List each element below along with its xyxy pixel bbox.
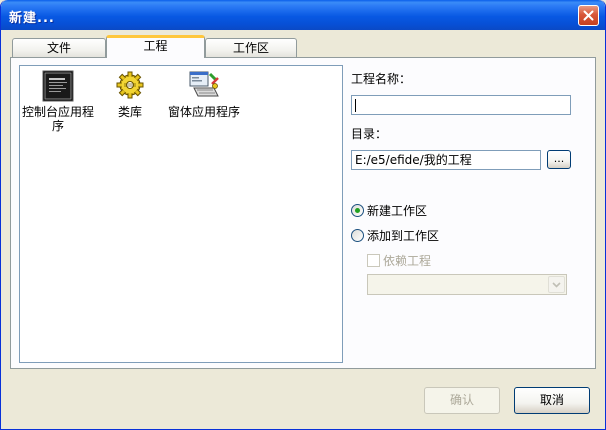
cancel-button-label: 取消 bbox=[539, 393, 564, 407]
list-item-label: 类库 bbox=[117, 105, 142, 119]
window-title: 新建... bbox=[9, 11, 55, 26]
dialog-client: 文件 工程 工作区 控制台应用程序 类库 窗体应用程序 工程名称： 目录： E:… bbox=[4, 30, 602, 426]
radio-add-to-workspace[interactable]: 添加到工作区 bbox=[351, 227, 439, 244]
radio-label: 添加到工作区 bbox=[367, 229, 440, 243]
ok-button-label: 确认 bbox=[449, 393, 474, 407]
list-item-class-library[interactable]: 类库 bbox=[94, 70, 166, 119]
directory-value: E:/e5/efide/我的工程 bbox=[355, 153, 472, 167]
list-item-console-app[interactable]: 控制台应用程序 bbox=[22, 70, 94, 133]
browse-directory-button[interactable]: ... bbox=[547, 150, 571, 169]
text-caret bbox=[355, 99, 356, 112]
tab-panel: 控制台应用程序 类库 窗体应用程序 工程名称： 目录： E:/e5/efide/… bbox=[10, 57, 596, 369]
browse-label: ... bbox=[553, 152, 565, 165]
chevron-down-icon bbox=[552, 281, 561, 288]
tab-project[interactable]: 工程 bbox=[106, 35, 205, 58]
directory-label: 目录： bbox=[351, 127, 388, 141]
project-type-list[interactable]: 控制台应用程序 类库 窗体应用程序 bbox=[19, 65, 343, 363]
tab-workspace[interactable]: 工作区 bbox=[205, 38, 297, 57]
tab-label: 工作区 bbox=[232, 41, 269, 55]
tab-file[interactable]: 文件 bbox=[12, 38, 106, 57]
directory-input[interactable]: E:/e5/efide/我的工程 bbox=[351, 150, 541, 170]
close-button[interactable] bbox=[578, 5, 599, 26]
checkbox-box[interactable] bbox=[367, 254, 380, 267]
title-bar[interactable]: 新建... bbox=[1, 0, 605, 30]
project-name-input[interactable] bbox=[351, 95, 571, 115]
cancel-button[interactable]: 取消 bbox=[514, 387, 590, 414]
console-app-icon bbox=[42, 70, 74, 102]
windows-app-icon bbox=[188, 70, 220, 102]
radio-label: 新建工作区 bbox=[367, 204, 428, 218]
list-item-windows-app[interactable]: 窗体应用程序 bbox=[168, 70, 240, 119]
checkbox-label: 依赖工程 bbox=[383, 254, 432, 268]
list-item-label: 控制台应用程序 bbox=[22, 105, 95, 133]
tab-label: 工程 bbox=[143, 39, 168, 53]
radio-button-checked[interactable] bbox=[351, 204, 364, 217]
class-library-icon bbox=[114, 70, 146, 102]
dropdown-arrow[interactable] bbox=[548, 276, 565, 293]
ok-button[interactable]: 确认 bbox=[424, 387, 500, 414]
list-item-label: 窗体应用程序 bbox=[168, 105, 241, 119]
project-name-label: 工程名称： bbox=[351, 72, 412, 86]
close-icon bbox=[583, 10, 594, 21]
new-dialog: 新建... 文件 工程 工作区 控制台应用程序 类库 窗体应用程序 工程名称： … bbox=[0, 0, 606, 430]
radio-button[interactable] bbox=[351, 229, 364, 242]
dependency-checkbox[interactable]: 依赖工程 bbox=[367, 252, 431, 269]
tab-label: 文件 bbox=[46, 41, 71, 55]
radio-new-workspace[interactable]: 新建工作区 bbox=[351, 202, 427, 219]
dependency-select[interactable] bbox=[367, 274, 567, 295]
